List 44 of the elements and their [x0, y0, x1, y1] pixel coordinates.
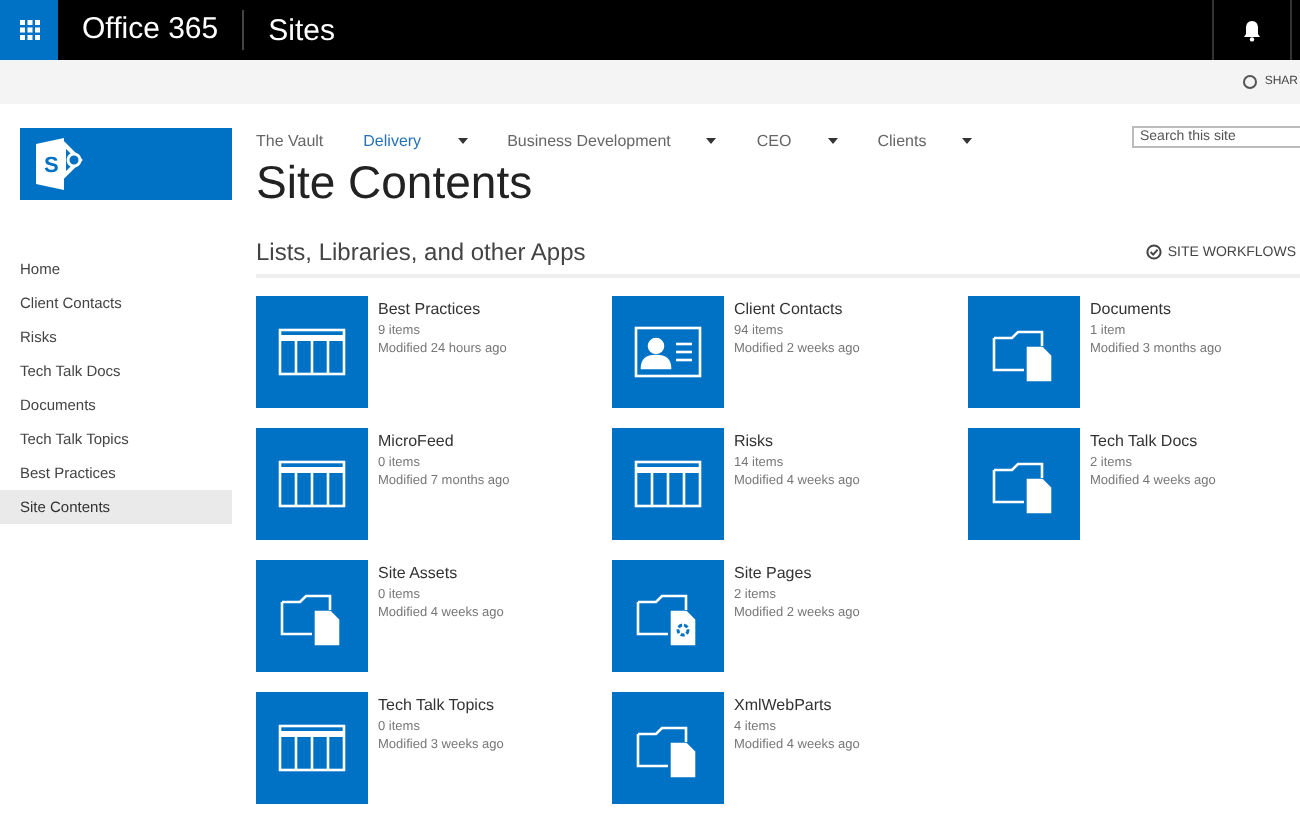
app-title-link[interactable]: Documents	[1090, 300, 1222, 318]
app-tile[interactable]	[256, 560, 368, 672]
share-icon	[1242, 74, 1259, 90]
contact-card-icon	[634, 326, 702, 378]
app-tile[interactable]	[612, 692, 724, 804]
waffle-icon	[19, 20, 39, 40]
app-tile[interactable]	[968, 428, 1080, 540]
list-icon	[634, 460, 702, 508]
list-icon	[278, 724, 346, 772]
app-title-link[interactable]: Best Practices	[378, 300, 507, 318]
nav-link[interactable]: The Vault	[256, 131, 324, 149]
app-title-link[interactable]: Risks	[734, 432, 860, 450]
app-title-link[interactable]: XmlWebParts	[734, 696, 860, 714]
list-icon	[278, 328, 346, 376]
page-title: Site Contents	[256, 156, 535, 210]
app-title-link[interactable]: Client Contacts	[734, 300, 860, 318]
bell-icon	[1242, 19, 1262, 41]
caret-icon[interactable]	[706, 137, 717, 143]
caret-icon[interactable]	[962, 137, 973, 143]
brand-title[interactable]: Office 365	[58, 10, 245, 50]
app-title-link[interactable]: Site Assets	[378, 564, 504, 582]
app-tile[interactable]	[256, 428, 368, 540]
app-title-link[interactable]: Site Pages	[734, 564, 860, 582]
app-title[interactable]: Sites	[244, 13, 1212, 47]
app-title-link[interactable]: MicroFeed	[378, 432, 510, 450]
check-circle-icon	[1145, 244, 1162, 260]
app-tile[interactable]	[256, 296, 368, 408]
app-tile[interactable]	[612, 560, 724, 672]
nav-link[interactable]: Delivery	[363, 131, 422, 149]
app-launcher-button[interactable]	[0, 0, 58, 60]
app-title-link[interactable]: Tech Talk Docs	[1090, 432, 1216, 450]
app-tile[interactable]	[968, 296, 1080, 408]
caret-icon[interactable]	[827, 137, 838, 143]
list-icon	[278, 460, 346, 508]
nav-link[interactable]: Business Development	[507, 131, 671, 149]
section-heading: Lists, Libraries, and other Apps	[256, 238, 588, 266]
nav-link[interactable]: CEO	[756, 131, 792, 149]
nav-link[interactable]: Clients	[877, 131, 927, 149]
caret-icon[interactable]	[457, 137, 468, 143]
app-tile[interactable]	[612, 296, 724, 408]
site-logo[interactable]: S	[20, 128, 232, 200]
app-tile[interactable]	[612, 428, 724, 540]
app-title-link[interactable]: Tech Talk Topics	[378, 696, 504, 714]
app-tile[interactable]	[256, 692, 368, 804]
